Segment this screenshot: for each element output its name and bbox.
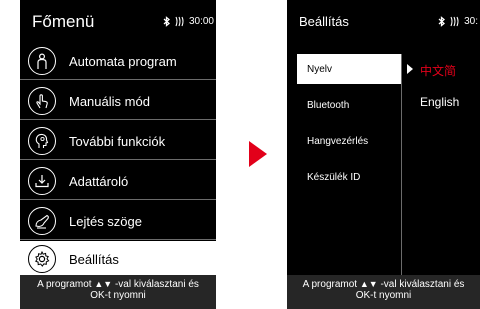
- timer-display: 30:00: [188, 16, 214, 27]
- menu-item-automata-program[interactable]: Automata program: [20, 43, 216, 80]
- menu-item-beallitas[interactable]: Beállítás: [20, 241, 216, 277]
- language-option-english[interactable]: English: [420, 95, 459, 109]
- hand-pointer-icon: [28, 87, 56, 115]
- settings-item-hangvezerles[interactable]: Hangvezérlés: [297, 126, 401, 156]
- settings-list: Nyelv Bluetooth Hangvezérlés Készülék ID: [297, 54, 402, 276]
- bluetooth-icon: [163, 16, 171, 27]
- caret-right-icon: [407, 64, 413, 74]
- screen-title: Beállítás: [299, 14, 349, 29]
- menu-item-label: További funkciók: [69, 133, 166, 149]
- status-bar: Főmenü 30:00: [20, 0, 216, 42]
- menu-item-label: Manuális mód: [69, 93, 150, 109]
- menu-item-lejtes-szoge[interactable]: Lejtés szöge: [20, 203, 216, 240]
- download-tray-icon: [28, 167, 56, 195]
- menu-item-tovabbi-funkciok[interactable]: További funkciók: [20, 123, 216, 160]
- settings-screen: Beállítás 30: Nyelv Bluetooth Hangvezérl…: [287, 0, 480, 309]
- up-down-arrows-icon: ▲▼: [359, 279, 378, 289]
- settings-item-nyelv[interactable]: Nyelv: [297, 54, 401, 84]
- bluetooth-icon: [438, 16, 446, 27]
- next-arrow-icon: [249, 141, 267, 167]
- menu-item-label: Lejtés szöge: [69, 213, 142, 229]
- status-bar: Beállítás 30:: [287, 0, 480, 42]
- settings-item-bluetooth[interactable]: Bluetooth: [297, 90, 401, 120]
- language-options: 中文简 English: [420, 62, 459, 125]
- language-option-chinese[interactable]: 中文简: [420, 62, 459, 79]
- main-menu-screen: Főmenü 30:00 Automata program Manuális m…: [20, 0, 216, 309]
- up-down-arrows-icon: ▲▼: [94, 279, 113, 289]
- menu-item-label: Beállítás: [69, 251, 119, 267]
- menu-item-label: Adattároló: [69, 173, 129, 189]
- head-profile-icon: [28, 127, 56, 155]
- signal-icon: [174, 16, 186, 27]
- settings-item-keszulek-id[interactable]: Készülék ID: [297, 162, 401, 192]
- timer-display: 30:: [464, 16, 478, 27]
- gear-icon: [28, 245, 56, 273]
- signal-icon: [449, 16, 461, 27]
- screen-title: Főmenü: [32, 12, 95, 31]
- footer-hint: A programot ▲▼ -val kiválasztani és OK-t…: [20, 275, 216, 309]
- menu-item-adattarolo[interactable]: Adattároló: [20, 163, 216, 200]
- menu-item-label: Automata program: [69, 53, 177, 69]
- menu-item-manualis-mod[interactable]: Manuális mód: [20, 83, 216, 120]
- person-outline-icon: [28, 47, 56, 75]
- recline-chair-icon: [28, 207, 56, 235]
- footer-hint: A programot ▲▼ -val kiválasztani és OK-t…: [287, 275, 480, 309]
